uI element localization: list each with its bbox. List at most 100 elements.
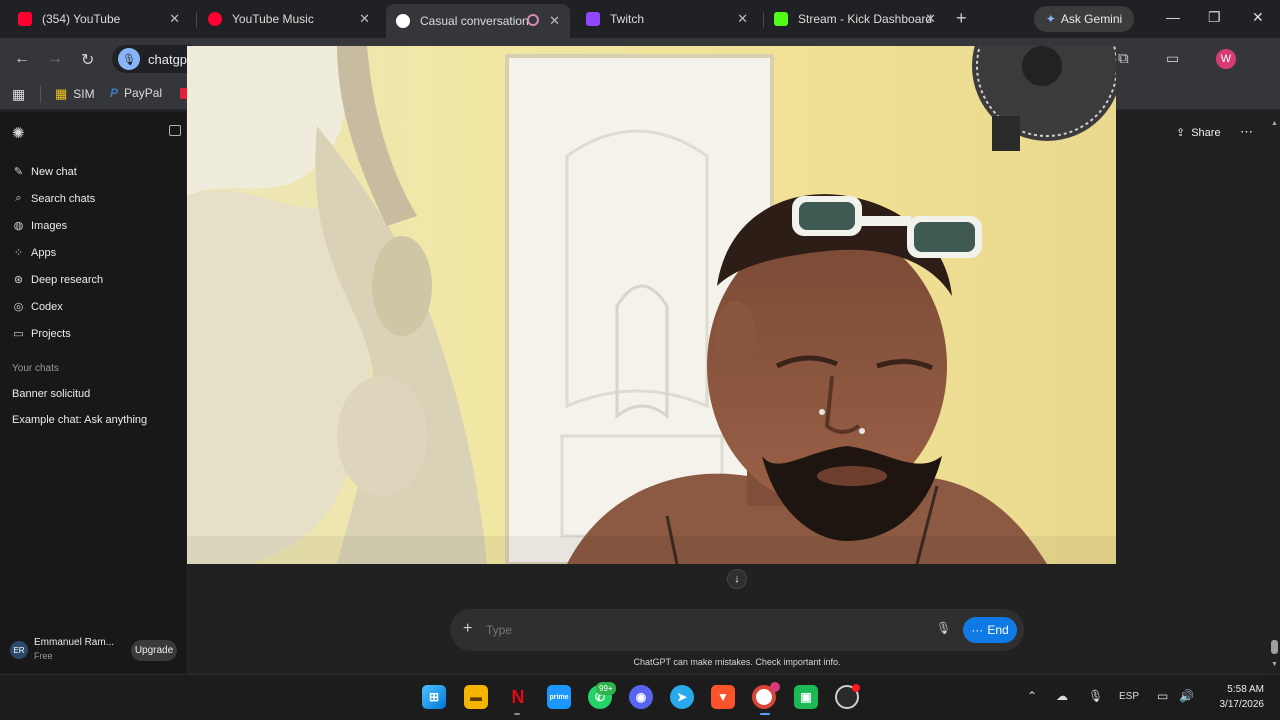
scroll-down-button[interactable]: ↓ [727, 569, 747, 589]
bookmark-paypal[interactable]: P PayPal [110, 86, 162, 100]
ask-gemini-label: Ask Gemini [1060, 12, 1123, 26]
bookmark-separator [40, 85, 41, 103]
apps-grid-icon[interactable]: ▦ [12, 86, 25, 103]
restore-button[interactable]: ❐ [1208, 9, 1221, 26]
kick-icon [774, 12, 788, 26]
close-icon[interactable]: ✕ [737, 11, 748, 27]
gemini-sparkle-icon: ✦ [1045, 12, 1056, 26]
share-button[interactable]: ⇪ Share [1176, 126, 1221, 140]
cast-icon[interactable]: ▭ [1166, 50, 1179, 67]
mic-tray-icon[interactable]: 🎙 [1088, 689, 1103, 703]
sim-grid-icon: ▦ [55, 86, 68, 101]
minimize-button[interactable]: — [1166, 9, 1180, 25]
video-feed [187, 46, 1116, 564]
clock-date[interactable]: 3/17/2026 [1202, 699, 1265, 710]
language-indicator[interactable]: ESP [1119, 691, 1139, 702]
tab-title: Twitch [610, 12, 645, 26]
windows-start-icon[interactable]: ⊞ [422, 685, 446, 709]
ask-gemini-button[interactable]: ✦ Ask Gemini [1034, 6, 1134, 32]
share-icon: ⇪ [1176, 127, 1186, 139]
youtube-icon [18, 12, 32, 26]
close-icon[interactable]: ✕ [549, 13, 560, 29]
clock-time[interactable]: 5:58 AM [1206, 684, 1264, 695]
tab-youtube-music[interactable]: YouTube Music ✕ [198, 6, 380, 32]
youtube-music-icon [208, 12, 222, 26]
twitch-icon [586, 12, 600, 26]
forward-button[interactable]: → [47, 50, 63, 68]
reload-button[interactable]: ↻ [81, 50, 94, 70]
chatgpt-icon [396, 14, 410, 28]
search-icon: ⌕ [15, 192, 22, 204]
brave-icon[interactable]: ▼ [711, 685, 735, 709]
image-icon: ◍ [13, 220, 24, 232]
tab-title: (354) YouTube [42, 12, 121, 26]
active-indicator [760, 713, 770, 715]
sidebar-item-images[interactable]: ◍ Images [12, 219, 67, 233]
close-icon[interactable]: ✕ [169, 11, 180, 27]
sidebar-item-projects[interactable]: ▭ Projects [12, 327, 70, 341]
user-plan: Free [34, 651, 53, 661]
extensions-icon[interactable]: ⧉ [1118, 50, 1129, 67]
tab-kick-dashboard[interactable]: Stream - Kick Dashboard ✕ [764, 6, 946, 32]
discord-icon[interactable]: ◉ [629, 685, 653, 709]
tray-expand-icon[interactable]: ⌃ [1027, 689, 1037, 703]
chat-item[interactable]: Example chat: Ask anything [12, 414, 147, 426]
folder-icon: ▭ [13, 328, 24, 340]
recording-indicator [852, 684, 860, 692]
kick-app-icon[interactable]: ▣ [794, 685, 818, 709]
netflix-icon[interactable]: N [506, 685, 530, 709]
sidebar-item-apps[interactable]: ⁘ Apps [12, 246, 56, 260]
add-attachment-icon[interactable]: + [463, 620, 472, 638]
chat-item[interactable]: Banner solicitud [12, 388, 90, 400]
edit-icon: ✎ [13, 166, 24, 178]
sidebar-item-codex[interactable]: ◎ Codex [12, 300, 63, 314]
sidebar-toggle-icon[interactable] [169, 125, 181, 136]
chrome-profile-badge [770, 682, 780, 692]
more-options-icon[interactable]: ⋯ [1240, 124, 1253, 140]
tab-title: Casual conversation [420, 14, 529, 28]
scroll-down-icon[interactable]: ▼ [1271, 661, 1278, 668]
paypal-icon: P [110, 86, 119, 100]
scroll-thumb[interactable] [1271, 640, 1278, 654]
tab-youtube[interactable]: (354) YouTube ✕ [8, 6, 190, 32]
page-scrollbar[interactable]: ▲ ▼ [1268, 112, 1280, 674]
sidebar-item-new-chat[interactable]: ✎ New chat [12, 165, 77, 179]
close-icon[interactable]: ✕ [359, 11, 370, 27]
new-tab-button[interactable]: + [956, 8, 967, 29]
profile-avatar[interactable]: W [1216, 49, 1236, 69]
address-text: chatgp [148, 51, 188, 67]
tab-twitch[interactable]: Twitch ✕ [576, 6, 758, 32]
whatsapp-badge: 99+ [596, 682, 616, 695]
recording-icon [527, 14, 539, 26]
codex-icon: ◎ [13, 301, 24, 313]
bookmark-sim[interactable]: ▦ SIM [55, 86, 95, 102]
network-icon[interactable]: ▭ [1157, 689, 1168, 703]
mic-icon[interactable]: 🎙 [118, 48, 140, 70]
end-voice-button[interactable]: ··· End [963, 617, 1017, 643]
tab-title: YouTube Music [232, 12, 314, 26]
upgrade-button[interactable]: Upgrade [131, 640, 177, 661]
prime-video-icon[interactable]: prime [547, 685, 571, 709]
chatgpt-logo-icon[interactable]: ✺ [12, 124, 25, 142]
sidebar-item-deep-research[interactable]: ⊛ Deep research [12, 273, 103, 287]
file-explorer-icon[interactable]: ▬ [464, 685, 488, 709]
message-input[interactable] [486, 620, 906, 640]
cloud-icon[interactable]: ☁ [1056, 689, 1068, 703]
tab-separator [196, 12, 197, 28]
close-icon[interactable]: ✕ [925, 11, 936, 27]
microphone-icon[interactable]: 🎙 [936, 621, 951, 635]
address-bar[interactable]: 🎙 chatgp [112, 45, 192, 73]
telegram-icon[interactable]: ➤ [670, 685, 694, 709]
sidebar-item-search-chats[interactable]: ⌕ Search chats [12, 192, 95, 205]
waveform-icon: ··· [971, 623, 984, 637]
user-name[interactable]: Emmanuel Ram... [34, 637, 114, 648]
window-close-button[interactable]: ✕ [1252, 9, 1264, 26]
tab-casual-conversation[interactable]: Casual conversation ✕ [386, 4, 570, 38]
camera-frame [187, 46, 1116, 564]
your-chats-heading: Your chats [12, 363, 59, 374]
back-button[interactable]: ← [14, 50, 30, 68]
apps-icon: ⁘ [13, 247, 24, 259]
volume-icon[interactable]: 🔊 [1179, 689, 1194, 703]
scroll-up-icon[interactable]: ▲ [1271, 120, 1278, 127]
user-avatar[interactable]: ER [10, 641, 28, 659]
